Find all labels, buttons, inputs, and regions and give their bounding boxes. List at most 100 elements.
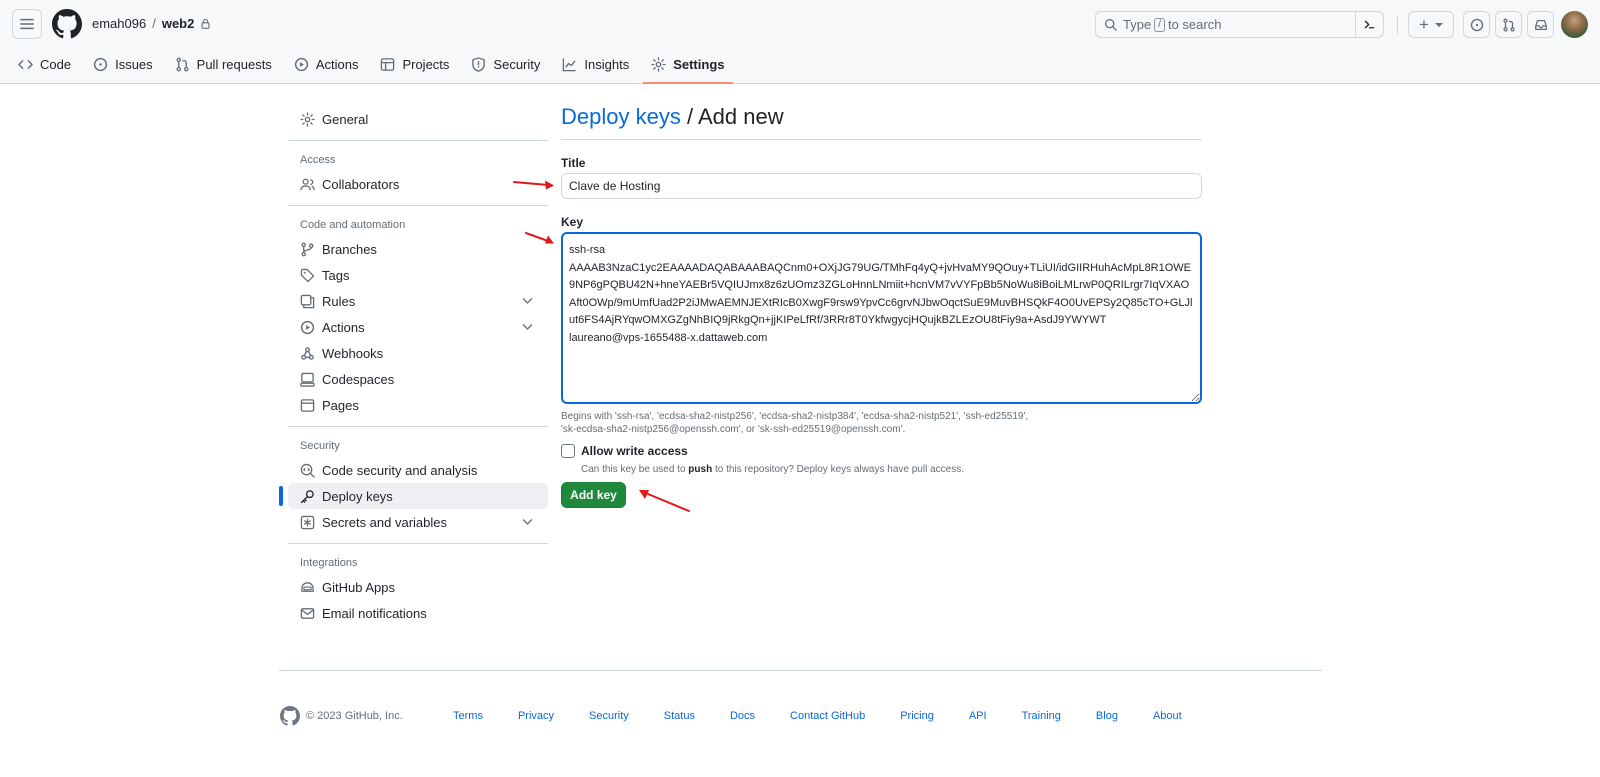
header-divider <box>1397 15 1398 34</box>
app-header: emah096 / web2 Type / to search + Code I… <box>0 0 1600 84</box>
sidebar-item-webhooks[interactable]: Webhooks <box>288 340 548 366</box>
allow-write-hint-suffix: to this repository? Deploy keys always h… <box>712 464 964 475</box>
tab-label: Settings <box>673 56 725 72</box>
chevron-down-icon[interactable] <box>521 515 534 528</box>
rules-icon <box>300 294 315 308</box>
sidebar-item-email-notifications[interactable]: Email notifications <box>288 600 548 626</box>
annotation-arrow-icon <box>525 232 554 244</box>
sidebar-item-label: Branches <box>322 241 377 257</box>
chevron-down-icon[interactable] <box>521 294 534 307</box>
asterisk-icon <box>300 515 315 529</box>
sidebar-item-label: Tags <box>322 267 350 283</box>
footer-link-status[interactable]: Status <box>664 710 695 722</box>
tag-icon <box>300 268 315 282</box>
search-input[interactable]: Type / to search <box>1095 11 1384 38</box>
shield-icon <box>472 56 486 72</box>
key-format-hint-line: 'sk-ecdsa-sha2-nistp256@openssh.com', or… <box>561 424 906 435</box>
sidebar-divider <box>288 205 548 206</box>
sidebar-section-heading: Access <box>300 154 336 166</box>
sidebar-item-code-security[interactable]: Code security and analysis <box>288 457 548 483</box>
sidebar-item-github-apps[interactable]: GitHub Apps <box>288 574 548 600</box>
gear-icon <box>651 56 666 72</box>
codespaces-icon <box>300 372 315 387</box>
footer-link-blog[interactable]: Blog <box>1096 710 1118 722</box>
tab-label: Projects <box>402 56 450 72</box>
sidebar-section-heading: Code and automation <box>300 219 406 231</box>
tab-security[interactable]: Security <box>463 52 548 76</box>
chevron-down-icon[interactable] <box>521 320 534 333</box>
footer-link-about[interactable]: About <box>1153 710 1182 722</box>
title-input[interactable]: Clave de Hosting <box>561 173 1202 199</box>
sidebar-item-actions[interactable]: Actions <box>288 314 548 340</box>
key-label: Key <box>561 215 584 229</box>
table-icon <box>381 57 395 71</box>
tab-actions[interactable]: Actions <box>286 52 367 76</box>
hubot-icon <box>301 581 314 592</box>
breadcrumb-owner[interactable]: emah096 <box>92 16 146 31</box>
footer-link-api[interactable]: API <box>969 710 987 722</box>
sidebar-divider <box>288 140 548 141</box>
tab-settings[interactable]: Settings <box>643 52 733 84</box>
allow-write-label[interactable]: Allow write access <box>581 444 688 458</box>
footer-link-training[interactable]: Training <box>1022 710 1061 722</box>
user-avatar[interactable] <box>1561 11 1588 38</box>
add-key-button[interactable]: Add key <box>561 482 626 508</box>
footer-copyright: © 2023 GitHub, Inc. <box>306 710 403 722</box>
search-shortcut-key: / <box>1154 17 1165 32</box>
mail-icon <box>300 607 315 619</box>
codescan-icon <box>300 463 315 478</box>
issue-opened-icon <box>1470 18 1483 31</box>
issues-button[interactable] <box>1463 11 1490 38</box>
tab-code[interactable]: Code <box>10 52 79 76</box>
footer-link-docs[interactable]: Docs <box>730 710 755 722</box>
gear-icon <box>300 111 315 127</box>
sidebar-divider <box>288 543 548 544</box>
lock-icon <box>201 18 210 29</box>
footer-link-terms[interactable]: Terms <box>453 710 483 722</box>
caret-down-icon <box>1434 22 1443 27</box>
allow-write-checkbox[interactable] <box>561 444 575 458</box>
sidebar-item-collaborators[interactable]: Collaborators <box>288 171 548 197</box>
sidebar-item-pages[interactable]: Pages <box>288 392 548 418</box>
tab-insights[interactable]: Insights <box>554 52 637 76</box>
sidebar-item-rules[interactable]: Rules <box>288 288 548 314</box>
pull-request-icon <box>176 57 189 71</box>
github-logo-icon[interactable] <box>280 706 300 726</box>
terminal-icon <box>1364 20 1375 29</box>
tab-pull-requests[interactable]: Pull requests <box>167 52 280 76</box>
sidebar-item-secrets[interactable]: Secrets and variables <box>288 509 548 535</box>
footer-link-privacy[interactable]: Privacy <box>518 710 554 722</box>
sidebar-item-tags[interactable]: Tags <box>288 262 548 288</box>
tab-issues[interactable]: Issues <box>85 52 161 76</box>
create-new-button[interactable]: + <box>1408 11 1454 38</box>
sidebar-item-label: Secrets and variables <box>322 514 448 530</box>
key-textarea[interactable]: ssh-rsa AAAAB3NzaC1yc2EAAAADAQABAAABAQCn… <box>561 232 1202 404</box>
footer-links: Terms Privacy Security Status Docs Conta… <box>453 710 1217 722</box>
sidebar-item-label: Rules <box>322 293 356 309</box>
sidebar-item-label: Actions <box>322 319 365 335</box>
sidebar-item-label: Pages <box>322 397 359 413</box>
pull-request-icon <box>1502 18 1515 31</box>
deploy-keys-link[interactable]: Deploy keys <box>561 104 681 129</box>
repo-nav-tabs: Code Issues Pull requests Actions Projec… <box>10 52 739 84</box>
inbox-button[interactable] <box>1527 11 1554 38</box>
sidebar-item-branches[interactable]: Branches <box>288 236 548 262</box>
sidebar-item-codespaces[interactable]: Codespaces <box>288 366 548 392</box>
footer-link-security[interactable]: Security <box>589 710 629 722</box>
play-icon <box>294 57 308 71</box>
menu-button[interactable] <box>12 9 42 39</box>
search-placeholder-prefix: Type <box>1123 17 1152 32</box>
footer-link-contact[interactable]: Contact GitHub <box>790 710 865 722</box>
sidebar-item-general[interactable]: General <box>288 106 548 132</box>
command-palette-button[interactable] <box>1355 11 1383 38</box>
sidebar-item-deploy-keys[interactable]: Deploy keys <box>279 483 548 509</box>
breadcrumb-repo[interactable]: web2 <box>162 16 195 31</box>
tab-projects[interactable]: Projects <box>372 52 457 76</box>
key-icon <box>300 489 314 503</box>
title-label: Title <box>561 156 586 170</box>
allow-write-hint-bold: push <box>688 464 713 475</box>
github-logo-icon[interactable] <box>52 9 82 39</box>
footer-link-pricing[interactable]: Pricing <box>900 710 934 722</box>
graph-icon <box>563 57 577 71</box>
pull-requests-button[interactable] <box>1495 11 1522 38</box>
